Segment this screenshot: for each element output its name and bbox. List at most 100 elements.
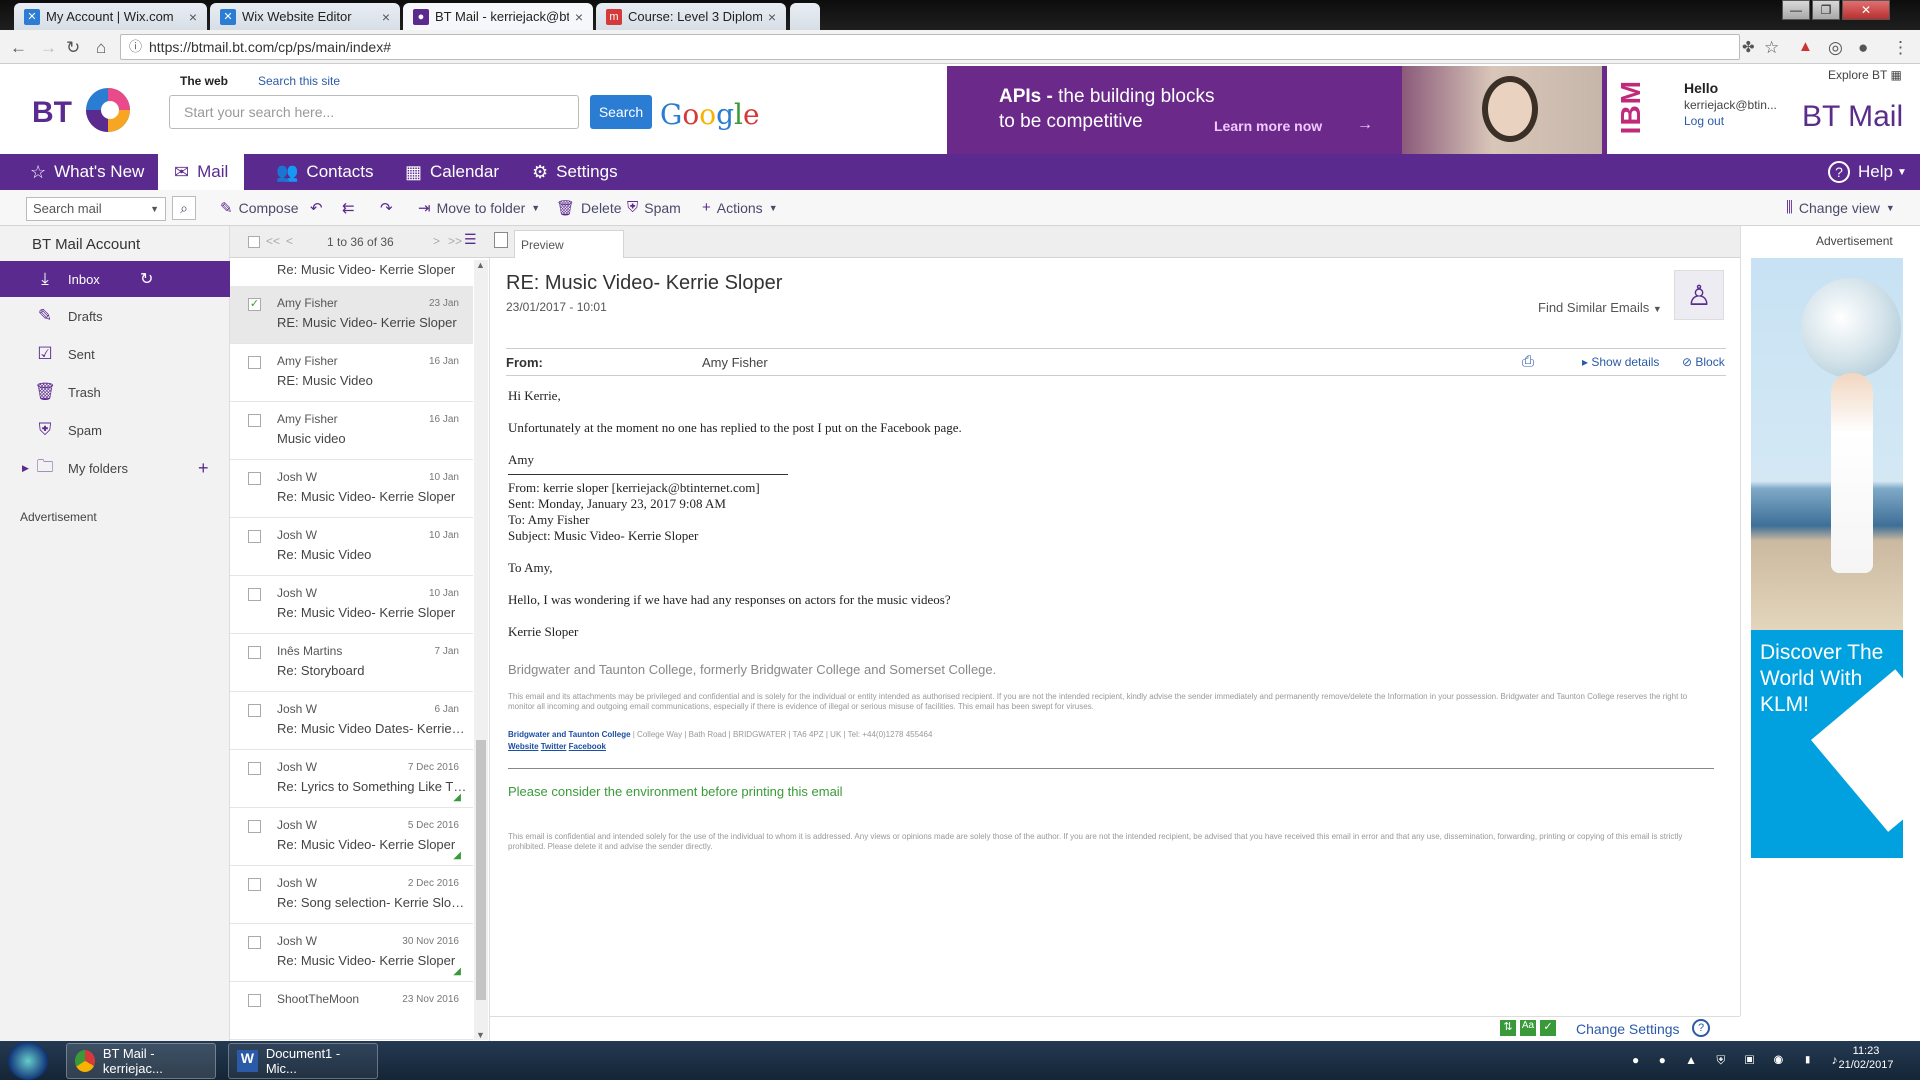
extension-icon[interactable]: ✤ [1742,38,1755,56]
partial-message-subject[interactable]: Re: Music Video- Kerrie Sloper [277,262,455,277]
refresh-icon[interactable]: ↻ [140,269,153,289]
message-checkbox[interactable] [248,472,261,485]
folder-drafts[interactable]: ✎ Drafts [0,298,230,334]
message-row[interactable]: Josh W 10 Jan Re: Music Video- Kerrie Slop… [230,460,473,518]
actions-button[interactable]: + Actions ▼ [702,199,778,216]
message-row[interactable]: Inês Martins 7 Jan Re: Storyboard [230,634,473,692]
bookmark-star-icon[interactable]: ☆ [1764,38,1779,58]
from-value[interactable]: Amy Fisher [702,355,768,370]
sync-icon[interactable]: ⇅ [1500,1020,1516,1036]
forward-icon[interactable]: → [40,38,57,58]
klm-ad[interactable]: Discover The World With KLM! KLM [1751,258,1903,858]
extension-icon[interactable]: ◎ [1828,38,1843,58]
taskbar-chrome-button[interactable]: BT Mail - kerriejac... [66,1043,216,1079]
close-window-icon[interactable]: ✕ [1842,0,1890,20]
reload-icon[interactable]: ↻ [66,38,80,58]
message-checkbox[interactable] [248,588,261,601]
explore-bt-link[interactable]: Explore BT ▦ [1828,68,1902,82]
list-view-icon[interactable]: ☰ [464,231,477,248]
message-checkbox[interactable]: ✓ [248,298,261,311]
message-row[interactable]: Amy Fisher 16 Jan RE: Music Video [230,344,473,402]
message-checkbox[interactable] [248,356,261,369]
nav-settings[interactable]: ⚙ Settings [532,154,618,190]
preview-tab[interactable]: Preview [514,230,624,258]
acrobat-icon[interactable]: ▲ [1798,38,1813,55]
browser-tab-wix-account[interactable]: ✕ My Account | Wix.com × [14,3,207,30]
folder-sent[interactable]: ☑ Sent [0,336,230,372]
message-row[interactable]: Josh W 10 Jan Re: Music Video [230,518,473,576]
bt-logo[interactable]: BT [30,84,140,136]
close-tab-icon[interactable]: × [575,9,583,25]
home-icon[interactable]: ⌂ [96,38,106,58]
folder-inbox[interactable]: ⤓ Inbox ↻ [0,261,230,297]
search-tab-site[interactable]: Search this site [258,74,340,88]
menu-icon[interactable]: ⋮ [1892,38,1909,58]
back-icon[interactable]: ← [10,38,27,58]
print-icon[interactable]: ⎙ [1522,353,1534,370]
message-row[interactable]: Amy Fisher 16 Jan Music video [230,402,473,460]
folder-spam[interactable]: ⛨ Spam [0,412,230,448]
message-row[interactable]: Josh W 30 Nov 2016 Re: Music Video- Kerrie… [230,924,473,982]
delete-button[interactable]: 🗑 Delete [556,199,622,217]
prev-page-icon[interactable]: < [286,234,293,248]
reply-button[interactable]: ↶ [310,199,329,217]
block-link[interactable]: ⊘ Block [1682,355,1725,369]
browser-tab-bt-mail[interactable]: ● BT Mail - kerriejack@btin × [403,3,593,30]
next-page-icon[interactable]: > [433,234,440,248]
maximize-icon[interactable]: ❐ [1812,0,1840,20]
folder-trash[interactable]: 🗑 Trash [0,374,230,410]
expand-icon[interactable]: ▶ [22,463,29,474]
new-tab-button[interactable] [790,3,820,30]
web-search-button[interactable]: Search [590,95,652,129]
change-view-button[interactable]: ⫼ Change view ▼ [1786,199,1895,216]
folder-my-folders[interactable]: ▶ 🗀 My folders + [0,450,230,486]
minimize-icon[interactable]: — [1782,0,1810,20]
message-checkbox[interactable] [248,762,261,775]
website-link[interactable]: Website [508,742,539,751]
close-tab-icon[interactable]: × [768,9,776,25]
nav-help[interactable]: ? Help ▼ [1828,154,1907,190]
message-row[interactable]: ✓ Amy Fisher 23 Jan RE: Music Video- Kerrie… [230,286,473,344]
nav-calendar[interactable]: ▦ Calendar [405,154,499,190]
ibm-ad-banner[interactable]: APIs - the building blocks to be competi… [947,66,1672,154]
message-row[interactable]: Josh W 7 Dec 2016 Re: Lyrics to Something … [230,750,473,808]
scroll-up-icon[interactable]: ▲ [476,260,485,270]
nav-whats-new[interactable]: ☆ What's New [30,154,144,190]
twitter-link[interactable]: Twitter [541,742,567,751]
nav-mail[interactable]: ✉ Mail [158,154,245,190]
mail-search-input[interactable]: Search mail ▼ [26,197,166,221]
message-checkbox[interactable] [248,646,261,659]
message-row[interactable]: ShootTheMoon 23 Nov 2016 [230,982,473,1040]
close-tab-icon[interactable]: × [382,9,390,25]
close-tab-icon[interactable]: × [189,9,197,25]
move-to-folder-button[interactable]: ⇥ Move to folder ▼ [418,199,540,217]
last-page-icon[interactable]: >> [448,234,462,248]
check-icon[interactable]: ✓ [1540,1020,1556,1036]
search-icon[interactable]: ⌕ [172,196,196,220]
message-checkbox[interactable] [248,878,261,891]
first-page-icon[interactable]: << [266,234,280,248]
logout-link[interactable]: Log out [1684,114,1777,128]
message-row[interactable]: Josh W 2 Dec 2016 Re: Song selection- Kerr… [230,866,473,924]
message-checkbox[interactable] [248,414,261,427]
show-details-link[interactable]: ▸ Show details [1582,355,1659,369]
ad-cta-link[interactable]: Learn more now [1214,118,1322,134]
clock[interactable]: 11:23 21/02/2017 [1836,1045,1896,1071]
info-icon[interactable]: ⓘ [129,35,142,59]
message-row[interactable]: Josh W 10 Jan Re: Music Video- Kerrie Slop… [230,576,473,634]
help-icon[interactable]: ? [1692,1019,1710,1037]
change-settings-link[interactable]: Change Settings [1576,1021,1680,1037]
scrollbar-thumb[interactable] [476,740,486,1000]
web-search-input[interactable]: Start your search here... [169,95,579,129]
compose-button[interactable]: ✎ Compose [220,199,299,217]
message-checkbox[interactable] [248,530,261,543]
message-row[interactable]: Josh W 5 Dec 2016 Re: Music Video- Kerrie … [230,808,473,866]
system-tray-icons[interactable]: ● ● ▲ ⛨ ▣ ◉ ▮ ♪ [1632,1053,1846,1068]
chevron-down-icon[interactable]: ▼ [150,198,159,220]
nav-contacts[interactable]: 👥 Contacts [276,154,374,190]
url-field[interactable]: ⓘ https://btmail.bt.com/cp/ps/main/index… [120,34,1740,60]
list-scrollbar[interactable]: ▲ ▼ [474,260,488,1040]
search-tab-web[interactable]: The web [180,74,228,88]
spam-button[interactable]: ⛨ Spam [627,199,681,216]
find-similar-dropdown[interactable]: Find Similar Emails ▼ [1538,300,1662,315]
